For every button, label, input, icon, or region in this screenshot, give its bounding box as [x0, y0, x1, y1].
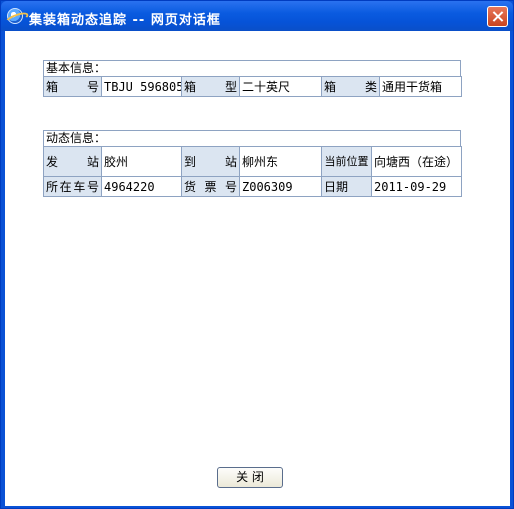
table-row: 所在车号 4964220 货 票 号 Z006309 日期 2011-09-29 — [43, 176, 462, 197]
container-no-label: 箱 号 — [43, 76, 102, 97]
container-size-label: 箱 型 — [181, 76, 240, 97]
dynamic-info-header: 动态信息： — [43, 130, 461, 146]
current-location-label: 当前位置 — [321, 146, 372, 177]
window-title: 集装箱动态追踪 -- 网页对话框 — [29, 13, 221, 28]
car-number-label: 所在车号 — [43, 176, 102, 197]
dialog-content: 基本信息： 箱 号 TBJU 5968058 箱 型 二十英尺 箱 类 通用干货… — [5, 31, 510, 506]
dynamic-info-table: 发 站 胶州 到 站 柳州东 当前位置 向塘西（在途） 所在车号 4964220… — [43, 146, 462, 197]
close-button[interactable]: 关 闭 — [217, 467, 283, 488]
window-close-icon[interactable] — [487, 6, 508, 27]
destination-station-label: 到 站 — [181, 146, 240, 177]
table-row: 箱 号 TBJU 5968058 箱 型 二十英尺 箱 类 通用干货箱 — [43, 76, 462, 97]
container-type-value: 通用干货箱 — [379, 76, 462, 97]
origin-station-label: 发 站 — [43, 146, 102, 177]
internet-explorer-icon — [7, 8, 23, 24]
date-value: 2011-09-29 — [371, 176, 462, 197]
container-type-label: 箱 类 — [321, 76, 380, 97]
date-label: 日期 — [321, 176, 372, 197]
basic-info-table: 箱 号 TBJU 5968058 箱 型 二十英尺 箱 类 通用干货箱 — [43, 76, 462, 97]
destination-station-value: 柳州东 — [239, 146, 322, 177]
table-row: 发 站 胶州 到 站 柳州东 当前位置 向塘西（在途） — [43, 146, 462, 177]
current-location-value: 向塘西（在途） — [371, 146, 462, 177]
container-no-value: TBJU 5968058 — [101, 76, 182, 97]
container-size-value: 二十英尺 — [239, 76, 322, 97]
waybill-number-label: 货 票 号 — [181, 176, 240, 197]
title-bar[interactable]: 集装箱动态追踪 -- 网页对话框 — [1, 1, 513, 31]
origin-station-value: 胶州 — [101, 146, 182, 177]
car-number-value: 4964220 — [101, 176, 182, 197]
waybill-number-value: Z006309 — [239, 176, 322, 197]
dialog-window: 集装箱动态追踪 -- 网页对话框 基本信息： 箱 号 TBJU 5968058 … — [0, 0, 514, 509]
basic-info-header: 基本信息： — [43, 60, 461, 76]
